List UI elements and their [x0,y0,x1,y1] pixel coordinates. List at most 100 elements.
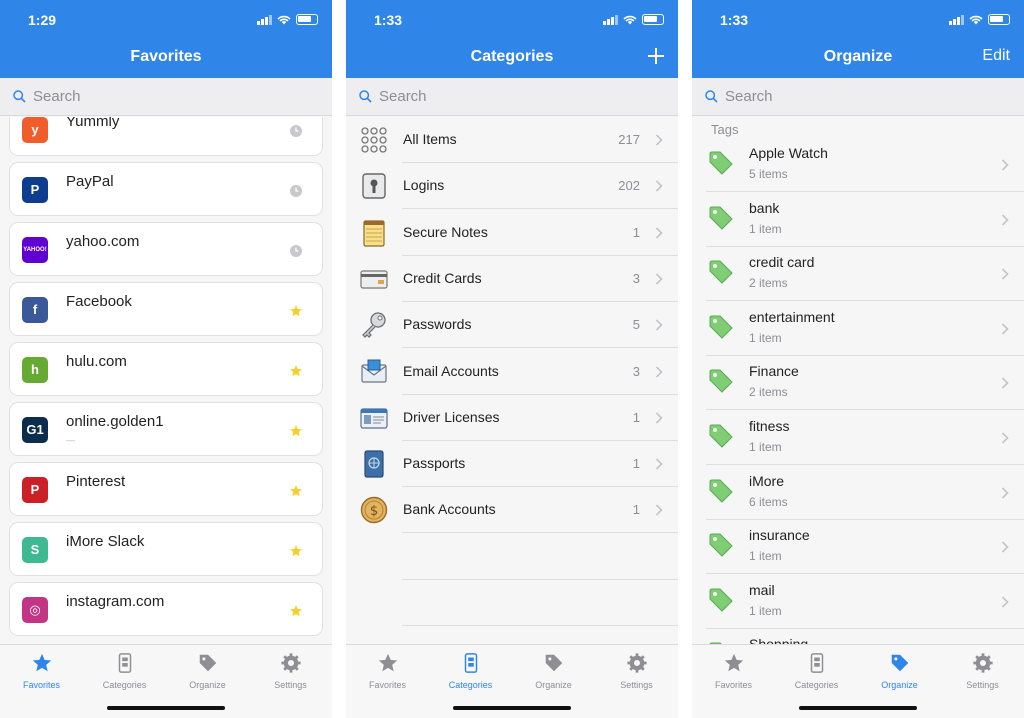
chevron-right-icon [1001,595,1009,608]
category-count: 217 [618,132,640,147]
driver-license-icon [360,404,388,432]
favorite-item[interactable]: f Facebook [9,282,323,336]
gear-icon [972,653,993,673]
search-bar[interactable]: Search [346,78,678,116]
tags-list: Tags Apple Watch 5 items bank 1 item credit … [692,117,1024,644]
item-title: yahoo.com [66,233,140,250]
category-label: All Items [403,131,457,147]
nav-bar: 1:29 Favorites [0,0,332,78]
home-indicator [799,706,917,710]
tab-settings[interactable]: Settings [941,652,1024,690]
tab-favorites[interactable]: Favorites [692,652,775,690]
tab-settings[interactable]: Settings [595,652,678,690]
tag-name: fitness [749,418,790,434]
search-input[interactable]: Search [725,88,773,105]
tab-organize[interactable]: Organize [166,652,249,690]
category-count: 1 [632,502,640,518]
favorite-star-icon[interactable] [289,304,303,318]
tag-row[interactable]: insurance 1 item [692,519,1024,575]
tab-label: Organize [535,680,572,690]
battery-icon [642,14,664,25]
favorite-star-icon[interactable] [289,544,303,558]
tag-icon [708,205,734,231]
tab-label: Categories [794,680,839,690]
favorite-item[interactable]: YAHOO! yahoo.com [9,222,323,276]
tag-icon [708,259,734,285]
credit-card-icon [360,265,388,293]
search-input[interactable]: Search [379,88,427,105]
tag-count: 5 items [749,167,788,181]
app-logo: P [22,477,48,503]
tag-count: 1 item [749,603,782,618]
category-row-logins[interactable]: Logins 202 [346,163,678,210]
category-row-email-accounts[interactable]: Email Accounts 3 [346,349,678,395]
category-row-driver-licenses[interactable]: Driver Licenses 1 [346,395,678,441]
status-time: 1:29 [28,12,57,28]
category-label: Logins [403,177,445,194]
tab-label: Favorites [22,680,60,690]
chevron-right-icon [1001,158,1009,171]
gear-icon [626,653,647,673]
tab-favorites[interactable]: Favorites [0,652,83,690]
nav-bar: 1:33 Organize Edit [692,0,1024,78]
chevron-right-icon [1001,376,1009,389]
row-divider [402,625,678,626]
secure-note-icon [360,219,388,247]
favorite-item[interactable]: h hulu.com [9,342,323,396]
status-icons [949,14,1010,25]
tag-row[interactable]: fitness 1 item [692,410,1024,465]
category-row-passports[interactable]: Passports 1 [346,441,678,488]
tag-row[interactable]: Finance 2 items [692,355,1024,411]
category-row-passwords[interactable]: Passwords 5 [346,302,678,349]
favorite-star-icon[interactable] [289,424,303,438]
search-bar[interactable]: Search [0,78,332,116]
favorite-star-icon[interactable] [289,604,303,618]
favorite-item[interactable]: SiMore Slack [9,522,323,576]
add-button[interactable] [648,48,664,64]
category-row-bank-accounts[interactable]: $ Bank Accounts 1 [346,487,678,534]
tag-row[interactable]: entertainment 1 item [692,301,1024,356]
tab-favorites[interactable]: Favorites [346,652,429,690]
categories-icon [464,653,477,673]
tag-row[interactable]: mail 1 item [692,574,1024,629]
nav-bar: 1:33 Categories [346,0,678,78]
item-title: online.golden1 [66,413,164,430]
tag-icon [708,587,734,613]
edit-button[interactable]: Edit [982,47,1010,65]
key-icon [360,311,388,339]
favorite-star-icon[interactable] [289,484,303,498]
tab-organize[interactable]: Organize [512,652,595,690]
favorite-item[interactable]: P PayPal [9,162,323,216]
tab-settings[interactable]: Settings [249,652,332,690]
tag-count: 1 item [749,440,782,454]
tag-row[interactable]: credit card 2 items [692,246,1024,302]
favorite-star-icon[interactable] [289,364,303,378]
tab-categories[interactable]: Categories [83,652,166,690]
category-row-secure-notes[interactable]: Secure Notes 1 [346,210,678,256]
favorite-item[interactable]: ◎ instagram.com [9,582,323,636]
tag-icon [708,532,734,558]
search-bar[interactable]: Search [692,78,1024,116]
chevron-right-icon [655,365,663,378]
tab-categories[interactable]: Categories [429,652,512,690]
home-indicator [107,706,225,710]
wifi-icon [969,15,983,24]
tag-row[interactable]: bank 1 item [692,192,1024,247]
item-title: iMore Slack [66,533,145,550]
tag-row[interactable]: Apple Watch 5 items [692,137,1024,192]
favorite-item[interactable]: P Pinterest [9,462,323,516]
item-title: PayPal [66,173,114,190]
category-label: Email Accounts [403,362,499,379]
search-input[interactable]: Search [33,88,81,105]
tag-row[interactable]: iMore 6 items [692,465,1024,520]
signal-icon [949,14,964,25]
tag-row[interactable]: Shopping [692,628,1024,644]
category-row-all-items[interactable]: All Items 217 [346,117,678,163]
tab-categories[interactable]: Categories [775,652,858,690]
favorite-item[interactable]: G1 online.golden1 — [9,402,323,456]
favorite-item[interactable]: y Yummly [9,117,323,156]
app-logo: y [22,117,48,143]
tags-section-header: Tags [711,122,739,137]
category-row-credit-cards[interactable]: Credit Cards 3 [346,256,678,302]
tab-organize[interactable]: Organize [858,652,941,690]
